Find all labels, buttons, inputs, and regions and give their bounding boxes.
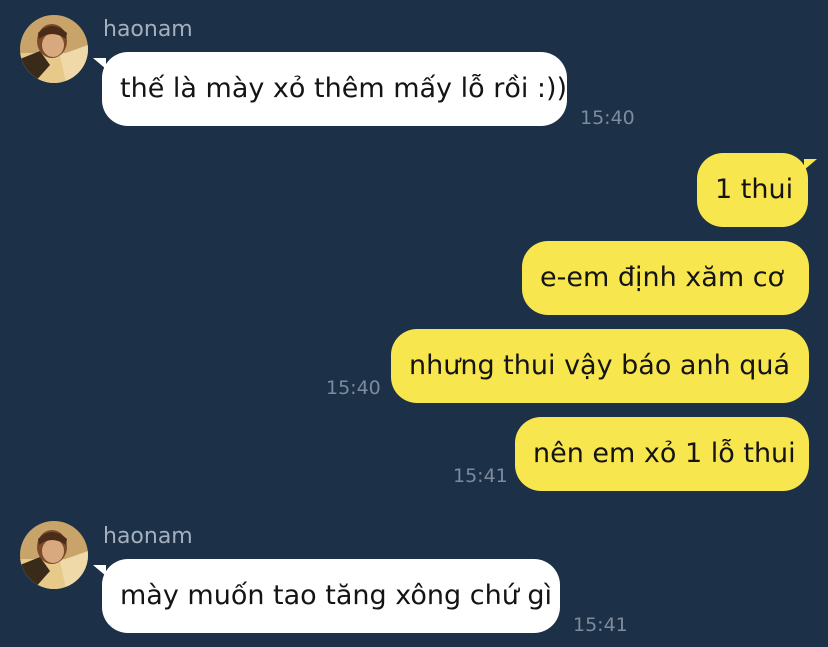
message-timestamp: 15:40 [580,107,635,129]
avatar-haonam[interactable] [20,15,88,83]
profile-photo-icon [20,521,88,589]
profile-photo-icon [20,15,88,83]
message-timestamp: 15:41 [453,465,508,487]
sender-name: haonam [103,17,193,42]
message-timestamp: 15:41 [573,614,628,636]
message-bubble-outgoing[interactable]: nên em xỏ 1 lỗ thui [515,417,809,491]
message-bubble-outgoing[interactable]: e-em định xăm cơ [522,241,809,315]
message-bubble-incoming[interactable]: thế là mày xỏ thêm mấy lỗ rồi :)) [93,52,567,126]
sender-name: haonam [103,524,193,549]
message-bubble-incoming[interactable]: mày muốn tao tăng xông chứ gì [93,559,560,633]
message-bubble-outgoing[interactable]: 1 thui [697,153,817,227]
avatar-haonam[interactable] [20,521,88,589]
message-timestamp: 15:40 [326,377,381,399]
message-bubble-outgoing[interactable]: nhưng thui vậy báo anh quá [391,329,809,403]
